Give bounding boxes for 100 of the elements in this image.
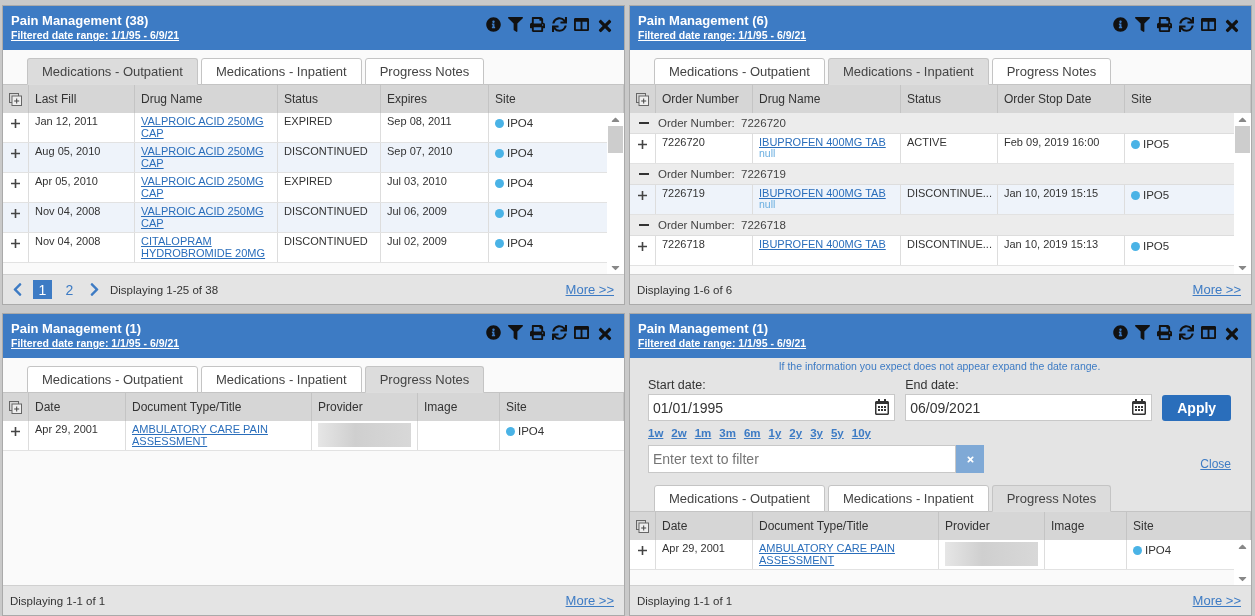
table-cell: IPO4 — [507, 177, 534, 189]
table-row[interactable]: Aug 05, 2010 VALPROIC ACID 250MG CAP DISCONTINUED Sep 07, 2010 IPO4 — [3, 143, 607, 173]
print-icon[interactable] — [1157, 325, 1172, 340]
tab[interactable]: Medications - Inpatient — [200, 366, 362, 393]
display-count: Displaying 1-25 of 38 — [110, 283, 219, 296]
tab[interactable]: Medications - Outpatient — [27, 366, 198, 393]
calendar-icon[interactable] — [874, 399, 891, 415]
drug-link[interactable]: IBUPROFEN 400MG TAB — [759, 238, 886, 250]
filter-icon[interactable] — [1135, 17, 1150, 32]
date-range-link[interactable]: Filtered date range: 1/1/95 - 6/9/21 — [638, 337, 807, 349]
expand-all-icon[interactable] — [636, 519, 649, 533]
print-icon[interactable] — [1157, 17, 1172, 32]
date-range-link[interactable]: Filtered date range: 1/1/95 - 6/9/21 — [11, 29, 180, 41]
drug-link[interactable]: VALPROIC ACID 250MG CAP — [141, 175, 271, 199]
table-row[interactable]: Apr 29, 2001 AMBULATORY CARE PAIN ASSESSMENT IPO4 — [630, 540, 1234, 570]
more-link[interactable]: More >> — [1192, 282, 1241, 297]
print-icon[interactable] — [530, 325, 545, 340]
filter-icon[interactable] — [508, 325, 523, 340]
range-link[interactable]: 3y — [810, 427, 823, 439]
table-cell: 7226720 — [656, 134, 753, 163]
drug-link[interactable]: VALPROIC ACID 250MG CAP — [141, 115, 271, 139]
expand-icon[interactable] — [11, 209, 20, 218]
drug-link[interactable]: IBUPROFEN 400MG TAB — [759, 136, 886, 148]
filter-field[interactable]: Enter text to filter — [648, 445, 956, 473]
tab[interactable]: Medications - Inpatient — [200, 58, 362, 85]
tab[interactable]: Progress Notes — [364, 366, 485, 393]
scrollbar[interactable] — [1234, 113, 1251, 274]
expand-all-icon[interactable] — [636, 92, 649, 106]
expand-icon[interactable] — [11, 179, 20, 188]
expand-icon[interactable] — [11, 239, 20, 248]
range-link[interactable]: 6m — [743, 427, 761, 439]
refresh-icon[interactable] — [1179, 17, 1194, 32]
more-link[interactable]: More >> — [1192, 593, 1241, 608]
table-cell: Apr 29, 2001 — [656, 540, 753, 569]
display-count: Displaying 1-1 of 1 — [637, 594, 733, 607]
more-link[interactable]: More >> — [565, 282, 614, 297]
close-icon[interactable] — [596, 17, 614, 35]
close-icon[interactable] — [596, 325, 614, 343]
table-row[interactable]: Apr 29, 2001 AMBULATORY CARE PAIN ASSESSMENT IPO4 — [3, 421, 624, 451]
drug-link[interactable]: AMBULATORY CARE PAIN ASSESSMENT — [132, 423, 305, 447]
expand-icon[interactable] — [11, 119, 20, 128]
scroll-thumb[interactable] — [1235, 126, 1250, 153]
tab[interactable]: Medications - Inpatient — [827, 58, 989, 85]
expand-all-icon[interactable] — [9, 400, 22, 414]
close-icon[interactable] — [1223, 325, 1241, 343]
table-row[interactable]: Apr 05, 2010 VALPROIC ACID 250MG CAP EXPIRED Jul 03, 2010 IPO4 — [3, 173, 607, 203]
columns-icon[interactable] — [574, 17, 589, 32]
table-cell: ACTIVE — [901, 134, 998, 163]
more-link[interactable]: More >> — [565, 593, 614, 608]
info-icon[interactable] — [486, 17, 501, 32]
expand-icon[interactable] — [11, 149, 20, 158]
scroll-thumb[interactable] — [608, 126, 623, 153]
table-row[interactable]: Nov 04, 2008 VALPROIC ACID 250MG CAP DISCONTINUED Jul 06, 2009 IPO4 — [3, 203, 607, 233]
scrollbar[interactable] — [1234, 540, 1251, 585]
expand-all-icon[interactable] — [9, 92, 22, 106]
refresh-icon[interactable] — [1179, 325, 1194, 340]
start-date-field[interactable]: 01/01/1995 — [648, 394, 896, 421]
columns-icon[interactable] — [574, 325, 589, 340]
expand-icon[interactable] — [638, 242, 647, 251]
info-icon[interactable] — [1113, 325, 1128, 340]
end-date-field[interactable]: 06/09/2021 — [905, 394, 1153, 421]
drug-link[interactable]: AMBULATORY CARE PAIN ASSESSMENT — [759, 542, 932, 566]
expand-icon[interactable] — [638, 191, 647, 200]
table-row[interactable]: Nov 04, 2008 CITALOPRAM HYDROBROMIDE 20MG DISCONTINUED Jul 02, 2009 IPO4 — [3, 233, 607, 263]
expand-icon[interactable] — [11, 427, 20, 436]
table-row[interactable]: 7226718 IBUPROFEN 400MG TAB DISCONTINUE... Jan 10, 2019 15:13 IPO5 — [630, 236, 1234, 266]
table-row[interactable]: Jan 12, 2011 VALPROIC ACID 250MG CAP EXPIRED Sep 08, 2011 IPO4 — [3, 113, 607, 143]
tab[interactable]: Medications - Inpatient — [827, 485, 989, 512]
drug-link[interactable]: VALPROIC ACID 250MG CAP — [141, 205, 271, 229]
columns-icon[interactable] — [1201, 325, 1216, 340]
filter-icon[interactable] — [1135, 325, 1150, 340]
filter-icon[interactable] — [508, 17, 523, 32]
refresh-icon[interactable] — [552, 17, 567, 32]
tab[interactable]: Medications - Outpatient — [27, 58, 198, 85]
table-cell: 7226718 — [656, 236, 753, 265]
expand-icon[interactable] — [638, 140, 647, 149]
refresh-icon[interactable] — [552, 325, 567, 340]
drug-link[interactable]: CITALOPRAM HYDROBROMIDE 20MG — [141, 235, 271, 259]
table-row[interactable]: 7226720 IBUPROFEN 400MG TAB null ACTIVE Feb 09, 2019 16:00 IPO5 — [630, 134, 1234, 164]
close-link[interactable]: Close — [1200, 457, 1231, 471]
info-icon[interactable] — [1113, 17, 1128, 32]
scrollbar[interactable] — [607, 113, 624, 274]
table-row[interactable]: 7226719 IBUPROFEN 400MG TAB null DISCONTINUE... Jan 10, 2019 15:15 IPO5 — [630, 185, 1234, 215]
expand-icon[interactable] — [638, 546, 647, 555]
print-icon[interactable] — [530, 17, 545, 32]
columns-icon[interactable] — [1201, 17, 1216, 32]
drug-link[interactable]: IBUPROFEN 400MG TAB — [759, 187, 886, 199]
tab[interactable]: Progress Notes — [364, 58, 485, 85]
calendar-icon[interactable] — [1131, 399, 1148, 415]
apply-button[interactable]: Apply — [1162, 395, 1231, 421]
tab[interactable]: Progress Notes — [991, 58, 1112, 85]
date-range-link[interactable]: Filtered date range: 1/1/95 - 6/9/21 — [11, 337, 180, 349]
tab[interactable]: Progress Notes — [991, 485, 1112, 512]
tab[interactable]: Medications - Outpatient — [654, 58, 825, 85]
close-icon[interactable] — [1223, 17, 1241, 35]
page-button[interactable]: 1 — [33, 280, 52, 299]
drug-link[interactable]: VALPROIC ACID 250MG CAP — [141, 145, 271, 169]
tab[interactable]: Medications - Outpatient — [654, 485, 825, 512]
info-icon[interactable] — [486, 325, 501, 340]
date-range-link[interactable]: Filtered date range: 1/1/95 - 6/9/21 — [638, 29, 807, 41]
